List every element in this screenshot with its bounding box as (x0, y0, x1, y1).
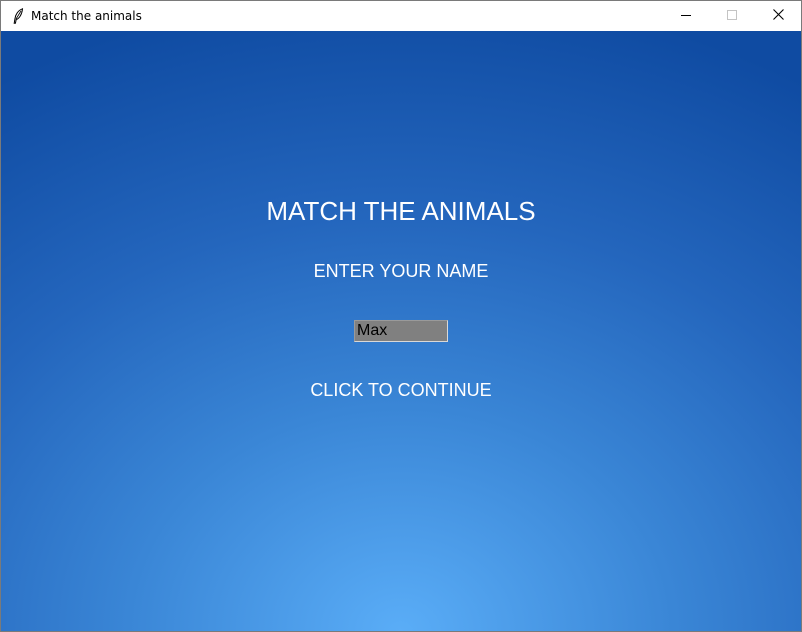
minimize-icon (681, 7, 691, 25)
game-canvas: MATCH THE ANIMALS ENTER YOUR NAME CLICK … (1, 31, 801, 631)
close-icon (772, 7, 784, 25)
game-title: MATCH THE ANIMALS (266, 196, 536, 226)
continue-button[interactable]: CLICK TO CONTINUE (1, 380, 801, 401)
app-window: Match the animals MATCH THE ANIMALS ENTE… (0, 0, 802, 632)
window-controls (663, 1, 801, 31)
window-title: Match the animals (31, 9, 142, 23)
minimize-button[interactable] (663, 1, 709, 31)
maximize-button[interactable] (709, 1, 755, 31)
name-input[interactable] (354, 320, 448, 342)
maximize-icon (727, 7, 737, 25)
title-bar[interactable]: Match the animals (1, 1, 801, 31)
enter-name-prompt: ENTER YOUR NAME (313, 261, 489, 281)
close-button[interactable] (755, 1, 801, 31)
feather-icon (10, 8, 26, 24)
